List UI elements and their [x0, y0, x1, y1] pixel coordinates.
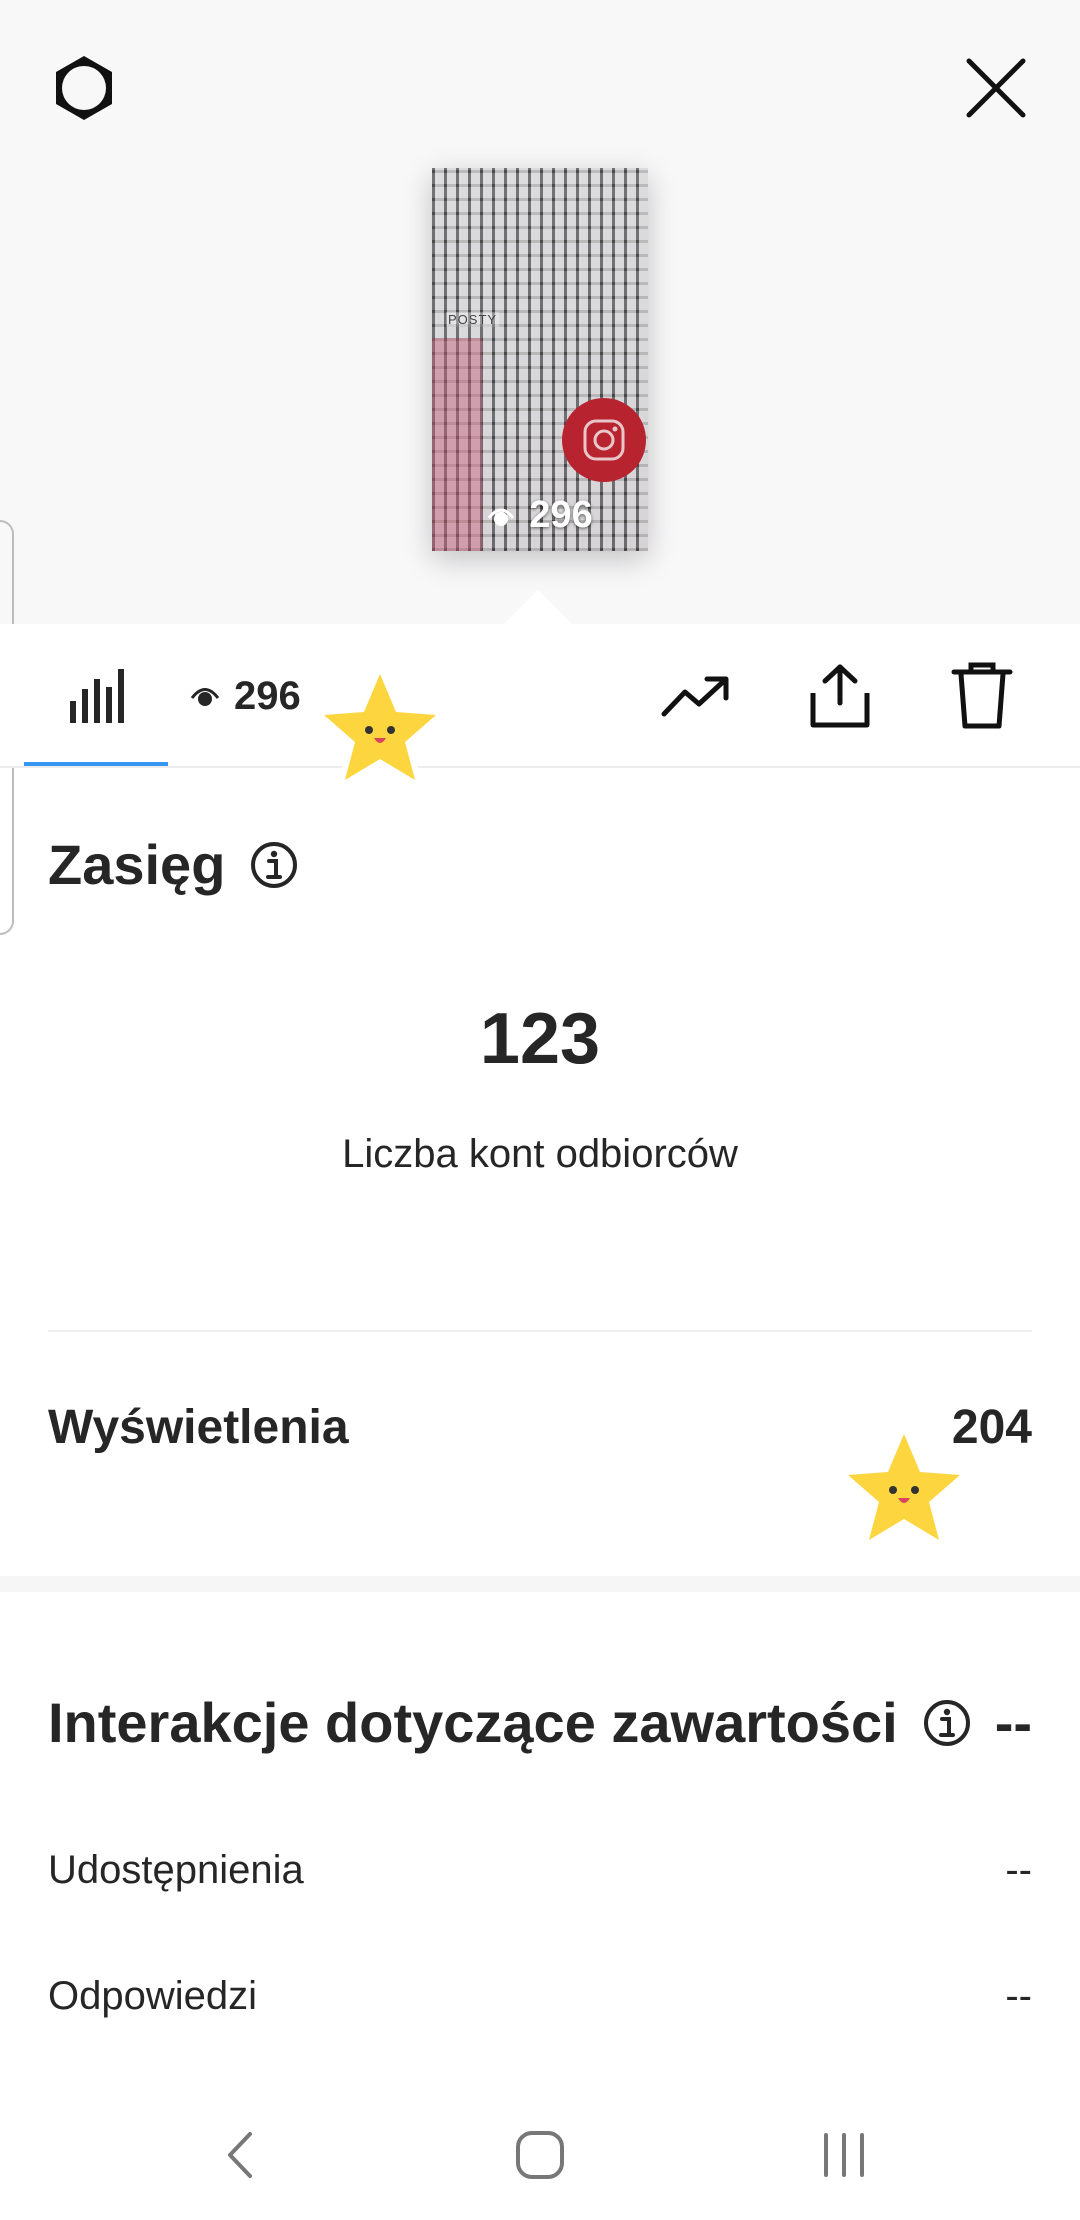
list-item: Odpowiedzi --: [48, 1974, 1032, 2019]
interactions-header: Interakcje dotyczące zawartości --: [48, 1690, 1032, 1755]
list-item: Udostępnienia --: [48, 1848, 1032, 1893]
reach-value: 123: [479, 999, 601, 1079]
info-icon[interactable]: [249, 840, 299, 890]
tab-viewers[interactable]: 296: [190, 664, 301, 728]
thumbnail-views: 296: [432, 494, 648, 537]
divider: [48, 1330, 1032, 1332]
info-icon[interactable]: [922, 1698, 972, 1748]
settings-button[interactable]: [44, 48, 124, 128]
reach-title: Zasięg: [48, 833, 226, 896]
story-thumbnail[interactable]: POSTY 296: [432, 168, 648, 551]
interactions-title: Interakcje dotyczące zawartości: [48, 1691, 898, 1754]
delete-button[interactable]: [942, 656, 1022, 736]
shares-label: Udostępnienia: [48, 1848, 304, 1892]
instagram-logo-icon: [562, 398, 646, 482]
nav-back-button[interactable]: [190, 2110, 290, 2200]
trash-icon: [951, 662, 1013, 729]
recents-icon: [824, 2133, 864, 2177]
eye-icon: [190, 688, 220, 706]
section-separator: [0, 1576, 1080, 1592]
back-icon: [228, 2132, 252, 2178]
star-sticker-icon: [316, 666, 444, 789]
star-sticker-icon: [840, 1426, 968, 1549]
trending-up-icon: [661, 676, 729, 717]
home-icon: [516, 2131, 564, 2179]
share-button[interactable]: [800, 656, 880, 736]
nav-recents-button[interactable]: [794, 2110, 894, 2200]
impressions-label: Wyświetlenia: [48, 1401, 349, 1454]
reach-label: Liczba kont odbiorców: [342, 1132, 738, 1176]
promote-button[interactable]: [656, 656, 736, 736]
bar-chart-icon: [70, 669, 124, 723]
system-navigation-bar: [0, 2090, 1080, 2220]
tab-insights[interactable]: [24, 624, 168, 768]
insights-tab-bar: 296: [0, 624, 1080, 768]
thumbnail-views-count: 296: [529, 494, 593, 536]
close-button[interactable]: [956, 48, 1036, 128]
shares-value: --: [1005, 1848, 1032, 1892]
close-icon: [966, 58, 1026, 118]
gear-icon: [56, 56, 112, 120]
active-tab-indicator: [24, 762, 168, 766]
reach-header: Zasięg: [48, 832, 299, 897]
thumbnail-text: POSTY: [446, 312, 500, 327]
replies-label: Odpowiedzi: [48, 1974, 258, 2018]
interactions-value: --: [994, 1691, 1032, 1754]
viewers-count: 296: [234, 673, 301, 718]
replies-value: --: [1005, 1974, 1032, 2018]
nav-home-button[interactable]: [490, 2110, 590, 2200]
eye-icon: [488, 508, 515, 526]
share-icon: [810, 664, 870, 728]
